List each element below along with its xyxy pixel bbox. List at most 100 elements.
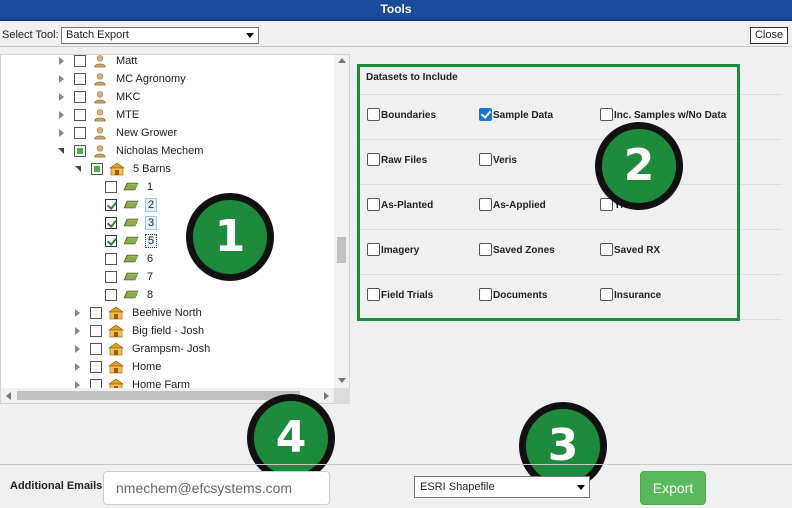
dataset-option-as-applied[interactable]: As-Applied [479,198,546,211]
expand-icon[interactable] [74,309,82,317]
checkbox[interactable] [600,243,613,256]
checkbox[interactable] [479,108,492,121]
additional-emails-input[interactable]: nmechem@efcsystems.com [103,471,330,505]
tree-label: 5 Barns [133,163,171,175]
tree-row-field[interactable]: 5 [105,232,158,250]
grower-tree[interactable]: Matt MC Agronomy MKC MTE New Grower Nich… [0,54,350,404]
farm-icon [108,360,124,374]
tree-checkbox[interactable] [74,55,86,67]
checkbox[interactable] [367,288,380,301]
tree-row-field[interactable]: 7 [105,268,155,286]
tree-row-field[interactable]: 1 [105,178,155,196]
checkbox[interactable] [367,198,380,211]
export-format-value: ESRI Shapefile [420,481,495,493]
tree-row-farm[interactable]: Beehive North [74,304,204,322]
checkbox[interactable] [479,198,492,211]
scroll-left-icon[interactable] [6,392,11,400]
dataset-option-documents[interactable]: Documents [479,288,547,301]
tree-checkbox[interactable] [91,163,103,175]
checkbox[interactable] [479,153,492,166]
checkbox[interactable] [600,288,613,301]
tree-checkbox[interactable] [90,343,102,355]
tool-select[interactable]: Batch Export [61,27,259,44]
scroll-right-icon[interactable] [324,392,329,400]
tree-checkbox[interactable] [105,235,117,247]
tree-vertical-scrollbar[interactable] [334,55,349,388]
tree-checkbox[interactable] [74,109,86,121]
tree-checkbox[interactable] [74,91,86,103]
field-icon [123,198,139,212]
option-label: Documents [493,290,548,301]
checkbox[interactable] [479,288,492,301]
tree-checkbox[interactable] [74,127,86,139]
dataset-option-inc-samples[interactable]: Inc. Samples w/No Data [600,108,726,121]
option-label: As-Applied [493,200,546,211]
checkbox[interactable] [367,243,380,256]
divider [356,184,782,185]
tree-checkbox[interactable] [105,271,117,283]
tree-checkbox[interactable] [105,289,117,301]
tree-row-grower[interactable]: Matt [58,55,139,70]
expand-icon[interactable] [74,327,82,335]
checkbox[interactable] [367,108,380,121]
tree-checkbox[interactable] [105,217,117,229]
tree-row-grower[interactable]: MKC [58,88,142,106]
tree-row-grower[interactable]: MTE [58,106,141,124]
tree-checkbox[interactable] [105,181,117,193]
tree-row-farm[interactable]: Home [74,358,163,376]
tree-row-grower[interactable]: MC Agronomy [58,70,188,88]
expand-icon[interactable] [58,75,66,83]
tree-row-farm[interactable]: Big field - Josh [74,322,206,340]
field-icon [123,252,139,266]
tree-checkbox[interactable] [105,199,117,211]
dataset-option-saved-rx[interactable]: Saved RX [600,243,660,256]
callout-badge-1: 1 [186,193,274,281]
close-button[interactable]: Close [750,27,788,44]
scroll-up-icon[interactable] [338,58,346,63]
expand-icon[interactable] [58,129,66,137]
dataset-option-sample-data[interactable]: Sample Data [479,108,553,121]
tree-row-field[interactable]: 3 [105,214,158,232]
tree-checkbox[interactable] [74,145,86,157]
dataset-option-veris[interactable]: Veris [479,153,517,166]
scroll-thumb[interactable] [337,237,346,263]
expand-icon[interactable] [74,363,82,371]
expand-icon[interactable] [58,111,66,119]
dataset-option-imagery[interactable]: Imagery [367,243,419,256]
collapse-icon[interactable] [75,165,83,173]
expand-icon[interactable] [74,345,82,353]
tree-checkbox[interactable] [74,73,86,85]
tree-row-field[interactable]: 6 [105,250,155,268]
collapse-icon[interactable] [58,147,66,155]
tree-row-farm[interactable]: Grampsm- Josh [74,340,212,358]
checkbox[interactable] [479,243,492,256]
export-button[interactable]: Export [640,471,706,505]
tree-row-grower[interactable]: Nicholas Mechem [58,142,205,160]
dataset-option-saved-zones[interactable]: Saved Zones [479,243,555,256]
option-label: Sample Data [493,110,554,121]
expand-icon[interactable] [58,93,66,101]
dataset-option-as-planted[interactable]: As-Planted [367,198,433,211]
tree-checkbox[interactable] [105,253,117,265]
tree-row-field[interactable]: 8 [105,286,155,304]
scrollbar-corner [334,388,350,404]
export-format-select[interactable]: ESRI Shapefile [414,476,590,498]
expand-icon[interactable] [58,57,66,65]
tree-checkbox[interactable] [90,325,102,337]
tree-row-grower[interactable]: New Grower [58,124,179,142]
scroll-down-icon[interactable] [338,378,346,383]
checkbox[interactable] [600,108,613,121]
tree-row-field[interactable]: 2 [105,196,158,214]
dataset-option-boundaries[interactable]: Boundaries [367,108,436,121]
checkbox[interactable] [367,153,380,166]
tree-label: 1 [147,181,154,193]
dataset-option-insurance[interactable]: Insurance [600,288,661,301]
tree-checkbox[interactable] [90,361,102,373]
tree-checkbox[interactable] [90,307,102,319]
grower-icon [92,108,108,122]
scroll-thumb[interactable] [17,391,300,400]
tree-label: Beehive North [132,307,202,319]
dataset-option-raw-files[interactable]: Raw Files [367,153,427,166]
dataset-option-field-trials[interactable]: Field Trials [367,288,433,301]
tree-row-farm[interactable]: 5 Barns [75,160,173,178]
